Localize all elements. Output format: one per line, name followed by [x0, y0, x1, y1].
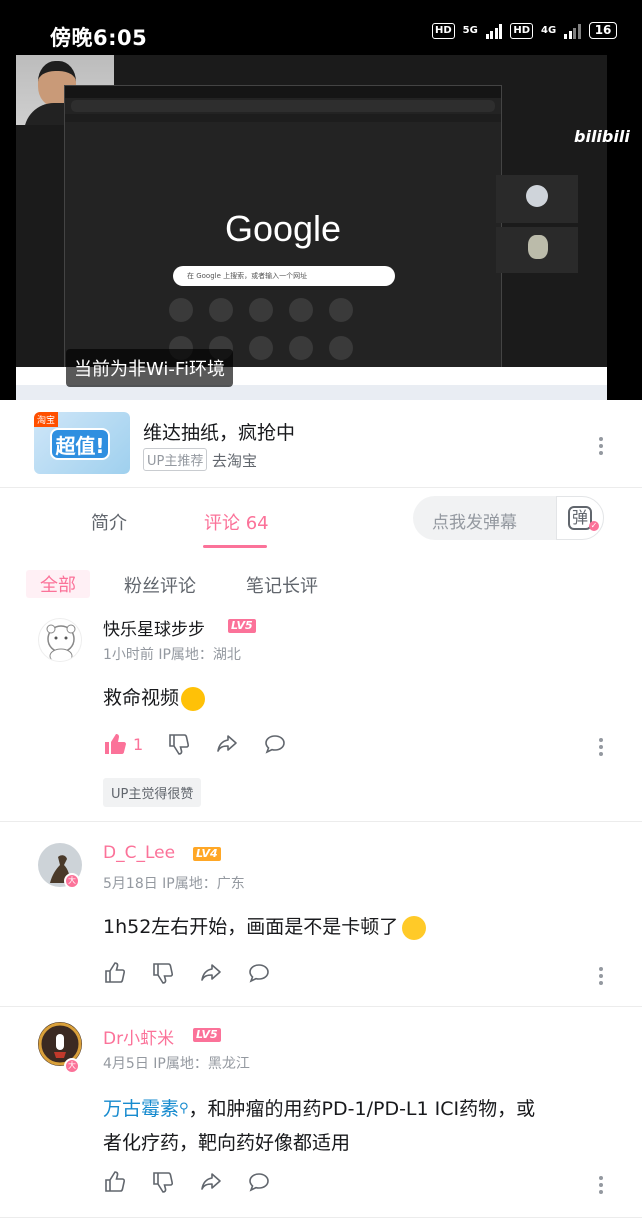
ad-tag: UP主推荐 — [143, 448, 208, 471]
search-icon[interactable]: ⚲ — [179, 1101, 189, 1116]
ad-title: 维达抽纸，疯抢中 — [143, 422, 296, 444]
comment-text: 万古霉素⚲，和肿瘤的用药PD-1/PD-L1 ICI药物，或 者化疗药，靶向药好… — [103, 1092, 613, 1160]
vip-badge: 大 — [64, 1058, 80, 1074]
more-icon[interactable] — [598, 1173, 604, 1197]
active-tab-indicator — [203, 545, 267, 548]
thumbs-down-icon — [169, 734, 190, 755]
filter-notes[interactable]: 笔记长评 — [246, 572, 318, 598]
dislike-button[interactable] — [167, 732, 191, 756]
bilibili-watermark: bilibili — [574, 127, 630, 146]
dislike-button[interactable] — [151, 961, 175, 985]
danmu-check-icon: ✓ — [589, 521, 599, 531]
avatar[interactable] — [38, 618, 82, 662]
up-liked-badge: UP主觉得很赞 — [103, 778, 202, 807]
share-button[interactable] — [199, 1170, 223, 1194]
signal-icon — [485, 23, 503, 39]
dislike-button[interactable] — [151, 1170, 175, 1194]
share-button[interactable] — [215, 732, 239, 756]
tab-comments[interactable]: 评论 64 — [204, 509, 269, 535]
comment-username[interactable]: 快乐星球步步 — [103, 615, 205, 640]
more-icon[interactable] — [598, 434, 604, 458]
thumbs-up-icon — [105, 1171, 126, 1192]
status-time: 傍晚6:05 — [50, 26, 148, 50]
hd-icon: HD — [510, 22, 534, 39]
share-icon — [201, 964, 221, 981]
level-badge: LV4 — [193, 847, 221, 861]
comment-bubble-icon — [249, 964, 269, 983]
comment-item: Dr小虾米 LV5 4月5日 IP属地：黑龙江 万古霉素⚲，和肿瘤的用药PD-1… — [0, 1008, 642, 1218]
vip-badge: 大 — [64, 873, 80, 889]
level-badge: LV5 — [228, 619, 256, 633]
like-button[interactable]: 1 — [103, 732, 143, 756]
thumbs-up-icon — [105, 962, 126, 983]
filter-all[interactable]: 全部 — [26, 570, 90, 598]
comment-bubble-icon — [265, 735, 285, 754]
ad-badge: 超值! — [50, 428, 110, 460]
windows-taskbar — [16, 385, 607, 400]
ad-platform-label: 淘宝 — [34, 412, 59, 427]
comment-actions — [103, 961, 295, 985]
like-button[interactable] — [103, 961, 127, 985]
ad-link[interactable]: 去淘宝 — [212, 450, 257, 471]
participant-thumbnail — [496, 175, 578, 223]
signal-label-5g: 5G — [462, 25, 478, 36]
comment-body: ，和肿瘤的用药PD-1/PD-L1 ICI药物，或 — [188, 1098, 536, 1120]
like-count: 1 — [133, 734, 144, 754]
laughing-emoji-icon — [402, 915, 427, 940]
comment-filters: 全部 粉丝评论 笔记长评 — [0, 568, 642, 600]
ad-thumbnail: 淘宝 超值! — [34, 412, 130, 474]
comment-meta: 5月18日 IP属地：广东 — [103, 876, 245, 892]
comment-body-line2: 者化疗药，靶向药好像都适用 — [103, 1132, 351, 1154]
comment-body: 救命视频 — [103, 687, 180, 709]
danmu-button[interactable]: 弹 ✓ — [556, 496, 604, 540]
status-bar: 傍晚6:05 HD 5G HD 4G 16 — [0, 0, 642, 58]
comment-meta: 4月5日 IP属地：黑龙江 — [103, 1056, 250, 1072]
more-icon[interactable] — [598, 735, 604, 759]
video-player[interactable]: Google 在 Google 上搜索，或者输入一个网址 bilibili 当前… — [0, 0, 642, 400]
thumbs-down-icon — [153, 963, 174, 984]
more-icon[interactable] — [598, 964, 604, 988]
share-icon — [201, 1173, 221, 1190]
comment-actions: 1 — [103, 732, 311, 756]
participant-thumbnail — [496, 227, 578, 273]
google-logo: Google — [224, 208, 342, 249]
crying-emoji-icon — [181, 686, 206, 711]
comment-bubble-icon — [249, 1173, 269, 1192]
comment-text: 救命视频 — [103, 681, 613, 715]
comment-body: 1h52左右开始，画面是不是卡顿了 — [103, 916, 399, 938]
keyword-link[interactable]: 万古霉素 — [103, 1098, 179, 1120]
tab-intro[interactable]: 简介 — [91, 509, 127, 535]
google-search-box: 在 Google 上搜索，或者输入一个网址 — [173, 266, 395, 286]
comment-text: 1h52左右开始，画面是不是卡顿了 — [103, 910, 613, 944]
signal-icon — [564, 23, 581, 39]
shortcut-row — [169, 298, 353, 322]
browser-window: Google 在 Google 上搜索，或者输入一个网址 — [64, 85, 502, 370]
hd-icon: HD — [432, 22, 455, 39]
thumbs-down-icon — [153, 1172, 174, 1193]
comment-meta: 1小时前 IP属地：湖北 — [103, 647, 241, 663]
reply-button[interactable] — [263, 732, 287, 756]
comment-item: D_C_Lee LV4 5月18日 IP属地：广东 1h52左右开始，画面是不是… — [0, 823, 642, 1007]
signal-label-4g: 4G — [541, 25, 557, 36]
network-toast: 当前为非Wi-Fi环境 — [66, 349, 233, 387]
filter-fans[interactable]: 粉丝评论 — [124, 572, 196, 598]
battery-icon: 16 — [588, 22, 618, 39]
reply-button[interactable] — [247, 1170, 271, 1194]
like-button[interactable] — [103, 1170, 127, 1194]
comment-actions — [103, 1170, 295, 1194]
level-badge: LV5 — [193, 1028, 221, 1042]
danmu-input[interactable]: 点我发弹幕 — [432, 508, 517, 533]
ad-banner[interactable]: 淘宝 超值! 维达抽纸，疯抢中 UP主推荐 去淘宝 — [0, 400, 642, 488]
reply-button[interactable] — [247, 961, 271, 985]
thumbs-up-icon — [105, 734, 126, 754]
comment-username[interactable]: Dr小虾米 — [103, 1024, 174, 1049]
share-button[interactable] — [199, 961, 223, 985]
share-icon — [217, 735, 237, 752]
screen-share-frame: Google 在 Google 上搜索，或者输入一个网址 bilibili 当前… — [16, 55, 630, 400]
comment-item: 快乐星球步步 LV5 1小时前 IP属地：湖北 救命视频 1 UP主觉得很赞 — [0, 600, 642, 822]
comment-username[interactable]: D_C_Lee — [103, 843, 175, 863]
